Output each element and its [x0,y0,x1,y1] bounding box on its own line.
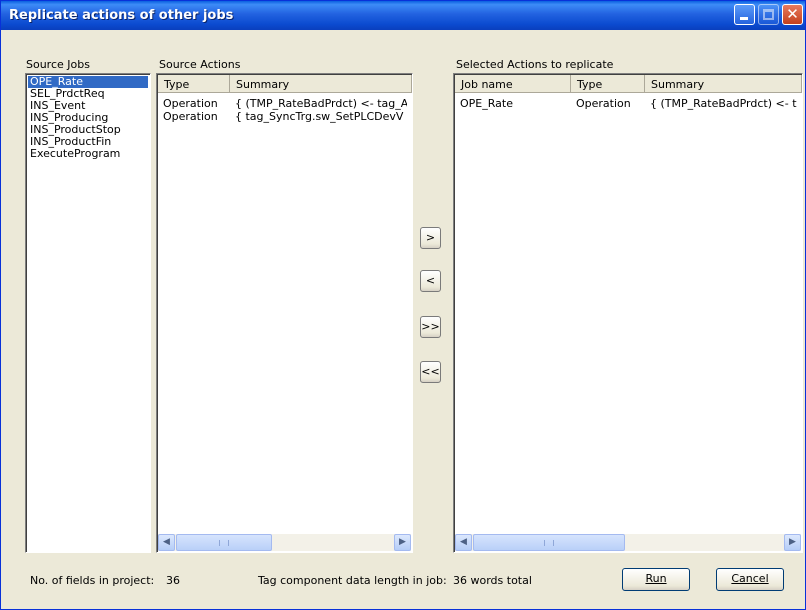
minimize-button[interactable] [734,4,755,25]
tag-length-value: 36 words total [453,574,532,587]
table-cell[interactable]: { (TMP_RateBadPrdct) <- t [650,97,800,110]
source-actions-label: Source Actions [159,58,241,71]
table-cell[interactable]: { tag_SyncTrg.sw_SetPLCDevV [235,110,407,123]
source-actions-list[interactable]: Type Summary Operation { (TMP_RateBadPrd… [156,73,413,553]
title-bar[interactable]: Replicate actions of other jobs ✕ [1,1,805,30]
remove-all-button[interactable]: << [420,361,441,383]
table-cell[interactable]: { (TMP_RateBadPrdct) <- tag_A [235,97,407,110]
scroll-thumb[interactable] [473,534,625,551]
scroll-left-button[interactable]: ◀ [455,534,472,551]
list-item[interactable]: ExecuteProgram [28,148,148,160]
window-title: Replicate actions of other jobs [9,8,234,23]
remove-selected-button[interactable]: < [420,270,441,292]
close-button[interactable]: ✕ [782,4,803,25]
source-jobs-list[interactable]: OPE_Rate SEL_PrdctReq INS_Event INS_Prod… [25,73,151,553]
fields-count-value: 36 [166,574,180,587]
source-jobs-label: Source Jobs [26,58,90,71]
close-icon: ✕ [786,5,799,23]
table-cell[interactable]: OPE_Rate [460,97,568,110]
horizontal-scrollbar[interactable]: ◀ ▶ [158,534,411,551]
table-cell[interactable]: Operation [163,110,227,123]
scroll-right-button[interactable]: ▶ [784,534,801,551]
cancel-button-label: Cancel [731,572,769,585]
minimize-icon [740,17,748,20]
tag-length-label: Tag component data length in job: [258,574,447,587]
selected-actions-label: Selected Actions to replicate [456,58,614,71]
column-header-summary[interactable]: Summary [645,75,802,93]
scroll-right-button[interactable]: ▶ [394,534,411,551]
grip-icon [219,540,229,546]
run-button-label: Run [645,572,667,585]
selected-actions-list[interactable]: Job name Type Summary OPE_Rate Operation… [453,73,803,553]
column-header-job-name[interactable]: Job name [455,75,571,93]
horizontal-scrollbar[interactable]: ◀ ▶ [455,534,801,551]
grip-icon [544,540,554,546]
replicate-dialog: Replicate actions of other jobs ✕ Source… [0,0,806,610]
column-header-type[interactable]: Type [571,75,645,93]
scroll-thumb[interactable] [176,534,272,551]
cancel-button[interactable]: Cancel [716,568,784,591]
add-selected-button[interactable]: > [420,227,441,249]
scroll-left-button[interactable]: ◀ [158,534,175,551]
column-header-type[interactable]: Type [158,75,230,93]
add-all-button[interactable]: >> [420,316,441,338]
table-cell[interactable]: Operation [163,97,227,110]
maximize-icon [763,9,774,20]
maximize-button [758,4,779,25]
column-header-summary[interactable]: Summary [230,75,412,93]
fields-count-label: No. of fields in project: [30,574,155,587]
table-cell[interactable]: Operation [576,97,642,110]
run-button[interactable]: Run [622,568,690,591]
